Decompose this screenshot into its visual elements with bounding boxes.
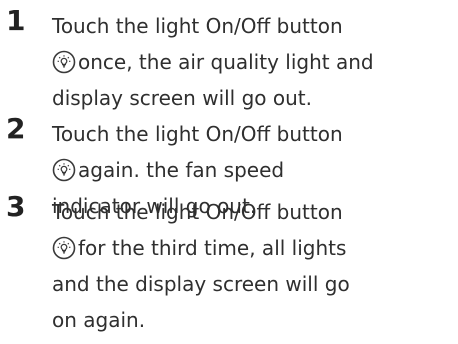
step-number: 1 [6,4,26,37]
step-line-text: for the third time, all lights [78,236,347,260]
light-bulb-icon [52,158,76,182]
step-line: Touch the light On/Off button [52,122,343,146]
step-line-with-icon: once, the air quality light and [52,44,452,80]
step-line: Touch the light On/Off button [52,14,343,38]
step-line: Touch the light On/Off button [52,200,343,224]
step-line-with-icon: again. the fan speed [52,152,452,188]
instruction-steps: 1 Touch the light On/Off button once, th… [0,0,458,344]
step-line: display screen will go out. [52,86,312,110]
step-text: Touch the light On/Off button once, the … [52,8,452,116]
step-line-with-icon: for the third time, all lights [52,230,452,266]
step-number: 3 [6,190,26,223]
light-bulb-icon [52,50,76,74]
step-line-text: once, the air quality light and [78,50,374,74]
step-number: 2 [6,112,26,145]
light-bulb-icon [52,236,76,260]
step-line-text: again. the fan speed [78,158,285,182]
step-line: and the display screen will go [52,272,350,296]
step-line: on again. [52,308,146,332]
step-text: Touch the light On/Off button for the th… [52,194,452,338]
